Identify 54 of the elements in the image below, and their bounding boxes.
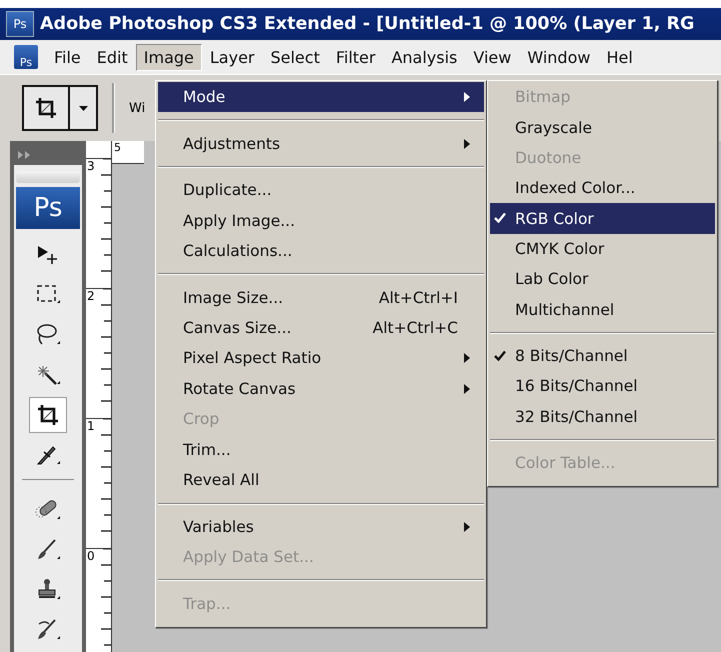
menu-item[interactable]: RGB Color — [490, 203, 715, 234]
menu-item[interactable]: Canvas Size... Alt+Ctrl+C — [158, 312, 484, 344]
menu-bar-item[interactable]: View — [465, 44, 520, 70]
menu-bar-item[interactable]: Image — [136, 44, 202, 70]
bandage-icon — [35, 498, 61, 522]
menu-item[interactable]: Pixel Aspect Ratio — [158, 343, 484, 374]
ps-logo[interactable]: Ps — [16, 187, 80, 229]
magic-wand-icon — [35, 363, 61, 387]
menu-item[interactable]: Image Size... Alt+Ctrl+I — [158, 282, 484, 313]
menu-item[interactable]: Indexed Color... — [490, 173, 715, 204]
menu-item[interactable]: Adjustments — [158, 128, 484, 159]
ruler-number: 3 — [86, 159, 95, 175]
history-brush-icon — [35, 618, 61, 642]
menu-item[interactable]: Duplicate... — [158, 174, 484, 206]
crop-icon — [34, 96, 58, 120]
menu-item[interactable]: Lab Color — [490, 264, 715, 294]
width-label: Wi — [129, 100, 146, 116]
menu-item[interactable]: 32 Bits/Channel — [490, 401, 715, 432]
menu-item[interactable]: 8 Bits/Channel — [490, 340, 715, 372]
menu-item[interactable]: CMYK Color — [490, 234, 715, 264]
caret-icon — [78, 106, 88, 110]
tool-preset-picker[interactable] — [22, 85, 98, 131]
ruler-number: 1 — [86, 419, 95, 435]
expand-icon[interactable] — [18, 151, 32, 159]
menu-bar-item[interactable]: Layer — [202, 44, 262, 70]
panel-grip[interactable] — [16, 171, 80, 183]
menu-item[interactable]: Reveal All — [158, 465, 484, 496]
menu-item[interactable]: Calculations... — [158, 236, 484, 266]
menu-bar-item[interactable]: Edit — [88, 44, 136, 70]
brush-icon — [35, 538, 61, 562]
menu-bar-item[interactable]: Select — [262, 44, 328, 70]
menu-bar-item[interactable]: File — [46, 44, 89, 70]
menu-bar-item[interactable]: Filter — [328, 44, 384, 70]
ruler-number: 0 — [86, 549, 95, 565]
crop-icon — [36, 403, 60, 427]
menu-bar-item[interactable]: Hel — [598, 44, 641, 70]
menu-item[interactable]: Trim... — [158, 434, 484, 466]
menu-item[interactable]: 16 Bits/Channel — [490, 371, 715, 402]
ruler-number: 2 — [86, 289, 95, 305]
menu-item[interactable]: Variables — [158, 512, 484, 542]
menu-item[interactable]: Apply Image... — [158, 205, 484, 236]
menu-bar-item[interactable]: Analysis — [383, 44, 466, 70]
menu-item[interactable]: Multichannel — [490, 294, 715, 325]
menu-item[interactable]: Mode — [158, 82, 484, 112]
menu-bar-item[interactable]: Window — [519, 44, 598, 70]
tool-button[interactable] — [29, 397, 67, 433]
move-icon — [36, 244, 60, 266]
ruler-number: 5 — [113, 141, 121, 154]
menu-item[interactable]: Grayscale — [490, 112, 715, 143]
app-icon: Ps — [6, 11, 34, 37]
lasso-icon — [35, 323, 61, 347]
menu-item[interactable]: Rotate Canvas — [158, 374, 484, 404]
window-title: Adobe Photoshop CS3 Extended - [Untitled-1 @ 100% (Layer 1, RG — [40, 14, 694, 34]
document-icon[interactable]: Ps — [14, 45, 38, 69]
